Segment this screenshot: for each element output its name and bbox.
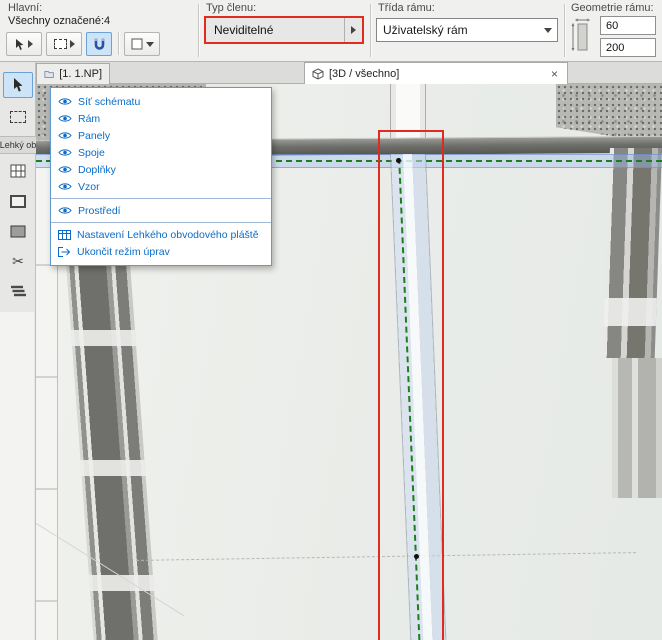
member-type-label: Typ členu: xyxy=(206,2,257,14)
cube-icon xyxy=(312,67,324,80)
tab-bar: [1. 1.NP] [3D / všechno] × xyxy=(36,62,662,84)
layer-toggle-item[interactable]: Rám xyxy=(51,110,271,127)
panel-separator xyxy=(51,222,271,223)
left-transom-band xyxy=(80,460,146,476)
layer-label: Vzor xyxy=(78,180,100,193)
toolbar-divider xyxy=(198,4,199,57)
layer-label: Rám xyxy=(78,112,101,125)
select-tools-button[interactable] xyxy=(6,32,42,56)
layer-toggle-item[interactable]: Prostředí xyxy=(51,202,271,219)
tab-close-button[interactable]: × xyxy=(549,68,560,80)
grid-icon xyxy=(10,164,26,178)
eye-icon xyxy=(58,166,72,173)
layer-label: Síť schématu xyxy=(78,95,141,108)
flyout-arrow-icon xyxy=(351,26,356,34)
magnet-toggle-button[interactable] xyxy=(86,32,112,56)
eye-icon xyxy=(58,98,72,105)
panel-separator xyxy=(51,198,271,199)
tab-floor-plan[interactable]: [1. 1.NP] xyxy=(36,63,110,84)
eye-icon xyxy=(58,149,72,156)
layer-toggle-item[interactable]: Síť schématu xyxy=(51,93,271,110)
curtain-wall-display-panel: Síť schématu Rám Panely Spoje Doplňky Vz… xyxy=(50,87,272,266)
cursor-icon xyxy=(14,78,23,92)
layer-toggle-item[interactable]: Doplňky xyxy=(51,161,271,178)
panel-tool-button[interactable] xyxy=(3,218,33,244)
frame-tool-button[interactable] xyxy=(3,188,33,214)
square-icon xyxy=(131,38,142,50)
junction-tool-button[interactable]: ✂ xyxy=(3,248,33,274)
frame-width-field[interactable] xyxy=(600,16,656,35)
layer-label: Spoje xyxy=(78,146,105,159)
selection-frame xyxy=(378,130,444,640)
accessory-tool-button[interactable] xyxy=(3,278,33,304)
eye-icon xyxy=(58,207,72,214)
folder-icon xyxy=(44,71,54,78)
marquee-icon xyxy=(10,111,26,123)
select-tool-button[interactable] xyxy=(3,72,33,98)
menu-item-label: Nastavení Lehkého obvodového pláště xyxy=(77,228,259,241)
eye-icon xyxy=(58,132,72,139)
marquee-tools-button[interactable] xyxy=(46,32,82,56)
flyout-arrow-icon xyxy=(69,40,75,48)
panel-icon xyxy=(10,225,26,237)
flyout-arrow-icon xyxy=(28,40,33,48)
scissors-icon: ✂ xyxy=(12,253,24,269)
scheme-grid-tool-button[interactable] xyxy=(3,158,33,184)
toolbar-divider xyxy=(370,4,371,57)
dropdown-arrow-icon xyxy=(145,41,154,47)
frame-class-value: Uživatelský rám xyxy=(383,23,468,37)
frame-depth-field[interactable] xyxy=(600,38,656,57)
frame-class-combobox[interactable]: Uživatelský rám xyxy=(376,18,558,42)
right-wall-structure xyxy=(602,148,662,358)
tab-label: [3D / všechno] xyxy=(329,67,400,80)
cursor-icon xyxy=(16,38,24,50)
tab-label: [1. 1.NP] xyxy=(59,68,102,80)
layer-label: Doplňky xyxy=(78,163,116,176)
layers-icon xyxy=(11,285,26,297)
member-type-flyout[interactable] xyxy=(344,18,362,42)
menu-item-label: Ukončit režim úprav xyxy=(77,245,170,258)
eye-icon xyxy=(58,115,72,122)
toolbar-divider xyxy=(564,4,565,57)
frame-section-icon xyxy=(571,18,591,52)
layer-label: Panely xyxy=(78,129,111,142)
panel-item-settings[interactable]: Nastavení Lehkého obvodového pláště xyxy=(51,226,271,243)
combobox-arrow[interactable] xyxy=(539,27,557,33)
palette-caption: Lehký ob xyxy=(0,136,36,154)
panel-shape-button[interactable] xyxy=(124,32,160,56)
toolbar-divider xyxy=(118,32,119,55)
layer-toggle-item[interactable]: Spoje xyxy=(51,144,271,161)
marquee-tool-button[interactable] xyxy=(3,104,33,130)
layer-label: Prostředí xyxy=(78,204,121,217)
app-window: Hlavní: Všechny označené:4 Typ členu: Ne… xyxy=(0,0,662,640)
layer-toggle-item[interactable]: Vzor xyxy=(51,178,271,195)
dropdown-arrow-icon xyxy=(544,27,552,33)
frame-geometry-label: Geometrie rámu: xyxy=(571,2,654,14)
member-type-value: Neviditelné xyxy=(214,23,274,37)
member-type-dropdown[interactable]: Neviditelné xyxy=(204,16,364,44)
eye-icon xyxy=(58,183,72,190)
main-section-label: Hlavní: xyxy=(8,2,43,14)
tab-3d-view[interactable]: [3D / všechno] × xyxy=(304,62,568,84)
layer-toggle-item[interactable]: Panely xyxy=(51,127,271,144)
selection-status: Všechny označené:4 xyxy=(8,15,111,27)
exit-icon xyxy=(58,246,71,257)
settings-table-icon xyxy=(58,229,71,240)
left-transom-band xyxy=(70,330,137,346)
left-tool-palette: Lehký ob ✂ xyxy=(0,62,36,640)
magnet-icon xyxy=(94,37,104,50)
frame-class-label: Třída rámu: xyxy=(378,2,435,14)
panel-item-exit[interactable]: Ukončit režim úprav xyxy=(51,243,271,260)
right-wall-lower xyxy=(612,358,662,498)
marquee-icon xyxy=(53,39,67,49)
right-transom-band xyxy=(603,298,657,326)
top-toolbar: Hlavní: Všechny označené:4 Typ členu: Ne… xyxy=(0,0,662,62)
frame-icon xyxy=(10,194,26,208)
palette-empty-area xyxy=(0,312,34,640)
